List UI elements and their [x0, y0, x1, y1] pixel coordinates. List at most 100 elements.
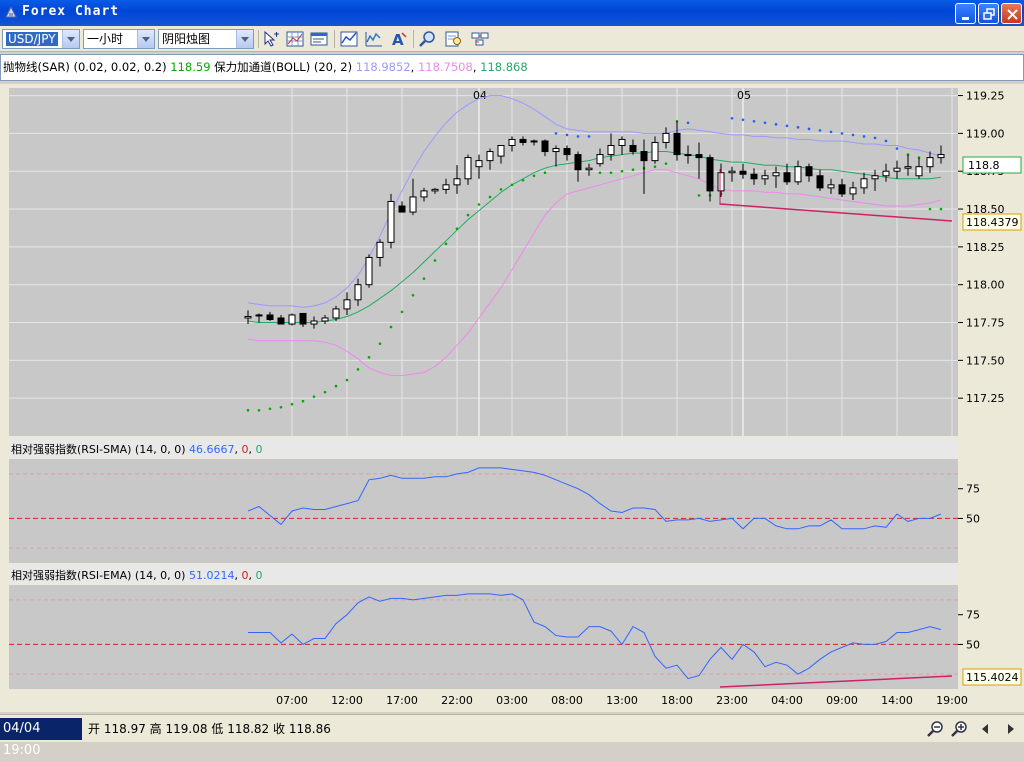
period-select[interactable]: 一小时: [83, 29, 155, 49]
indicator-info-bar: 抛物线(SAR) (0.02, 0.02, 0.2) 118.59 保力加通道(…: [0, 54, 1024, 81]
candle-body-up: [508, 138, 516, 146]
sar-dot: [466, 213, 470, 217]
sar-dot: [730, 116, 734, 120]
sar-dot: [818, 129, 822, 132]
scroll-left-icon[interactable]: [976, 720, 996, 738]
zoom-out-icon[interactable]: [926, 720, 946, 738]
rsi-ema-value: 51.0214: [189, 569, 235, 582]
restore-button[interactable]: [978, 3, 999, 24]
chart-area[interactable]: 119.25119.00118.75118.50118.25118.00117.…: [0, 84, 1024, 712]
candle-body-up: [387, 200, 395, 243]
line-end-price-text: 118.4379: [966, 216, 1019, 229]
candle-body-down: [706, 157, 714, 192]
chevron-down-icon[interactable]: [137, 30, 154, 48]
minimize-button[interactable]: [955, 3, 976, 24]
price-tick-label: 119.00: [966, 127, 1005, 140]
sar-dot: [862, 135, 866, 138]
text-tool-icon[interactable]: A: [389, 30, 409, 48]
candle-body-down: [750, 173, 758, 180]
price-tick-label: 118.25: [966, 241, 1005, 254]
minimize-icon: [962, 17, 969, 20]
line-chart-icon[interactable]: [364, 30, 384, 48]
grid-icon[interactable]: [285, 30, 305, 48]
window-title: Forex Chart: [22, 4, 120, 19]
sar-dot: [301, 399, 305, 403]
zoom-in-icon[interactable]: [950, 720, 970, 738]
sar-dot: [851, 133, 855, 137]
sar-dot: [774, 123, 778, 126]
candle-body-up: [343, 299, 351, 310]
print-preview-icon[interactable]: [444, 30, 464, 48]
candle-body-up: [794, 166, 802, 183]
app-icon: [5, 5, 17, 18]
candle-body-down: [299, 312, 307, 325]
candle-body-up: [717, 172, 725, 192]
candle-body-down: [541, 140, 549, 153]
sar-dot: [334, 384, 338, 388]
candle-body-down: [574, 154, 582, 171]
candle-body-up: [376, 241, 384, 258]
close-label: 收: [273, 722, 286, 736]
zoom-icon[interactable]: [418, 30, 438, 48]
low-label: 低: [211, 722, 224, 736]
sar-dot: [422, 277, 426, 280]
window-icon[interactable]: [309, 30, 329, 48]
candle-body-down: [695, 154, 703, 159]
sar-dot: [565, 133, 569, 137]
indicator-icon[interactable]: [339, 30, 359, 48]
day-label: 04: [473, 89, 487, 102]
sar-dot: [554, 132, 558, 135]
time-tick-label: 18:00: [661, 694, 693, 707]
candle-body-up: [772, 172, 780, 177]
candle-body-up: [332, 308, 340, 319]
toolbar-separator: [334, 30, 335, 48]
candle-body-up: [882, 170, 890, 177]
sar-label: 抛物线(SAR) (0.02, 0.02, 0.2): [3, 60, 167, 74]
chevron-down-icon[interactable]: [236, 30, 253, 48]
status-datetime: 04/04 19:00: [0, 718, 82, 758]
candle-body-up: [354, 284, 362, 301]
toolbar: USD/JPY 一小时 阴阳烛图 A: [0, 26, 1024, 52]
candle[interactable]: [365, 254, 373, 288]
sar-dot: [367, 356, 371, 359]
sar-dot: [378, 342, 382, 346]
candle-body-down: [563, 148, 571, 156]
sar-dot: [521, 178, 525, 182]
sar-dot: [598, 171, 602, 175]
chevron-down-icon[interactable]: [62, 30, 79, 48]
candle-body-down: [805, 166, 813, 177]
sar-dot: [664, 162, 668, 165]
candle-body-up: [860, 178, 868, 189]
sar-dot: [609, 171, 613, 175]
rsi-sma-value: 46.6667: [189, 443, 235, 456]
sar-dot: [532, 174, 536, 178]
candle-body-up: [827, 184, 835, 189]
close-value: 118.86: [288, 722, 331, 736]
rsi-sma-pane[interactable]: [9, 459, 958, 563]
close-button[interactable]: [1001, 3, 1022, 24]
ohlc-readout: 开 118.97 高 119.08 低 118.82 收 118.86: [88, 718, 331, 740]
high-label: 高: [149, 722, 162, 736]
sar-dot: [895, 147, 899, 150]
forex-chart[interactable]: 119.25119.00118.75118.50118.25118.00117.…: [0, 84, 1024, 712]
candle-body-up: [585, 167, 593, 171]
sar-dot: [840, 132, 844, 135]
chart-type-select[interactable]: 阴阳烛图: [158, 29, 254, 49]
cursor-icon[interactable]: [262, 30, 282, 48]
layout-icon[interactable]: [470, 30, 490, 48]
scroll-right-icon[interactable]: [1000, 720, 1020, 738]
boll-mid-value: 118.868: [480, 60, 528, 74]
sar-dot: [587, 135, 591, 138]
sar-dot: [873, 136, 877, 140]
sar-dot: [510, 183, 514, 187]
symbol-select[interactable]: USD/JPY: [2, 29, 80, 49]
sar-dot: [356, 368, 360, 371]
sar-dot: [631, 168, 635, 172]
candle[interactable]: [288, 313, 296, 326]
rsi-ema-pane[interactable]: [9, 585, 958, 689]
candle-body-up: [497, 144, 505, 157]
time-tick-label: 07:00: [276, 694, 308, 707]
candle[interactable]: [387, 193, 395, 249]
candle-body-up: [684, 154, 692, 157]
rsi-tick-label: 50: [966, 638, 980, 651]
